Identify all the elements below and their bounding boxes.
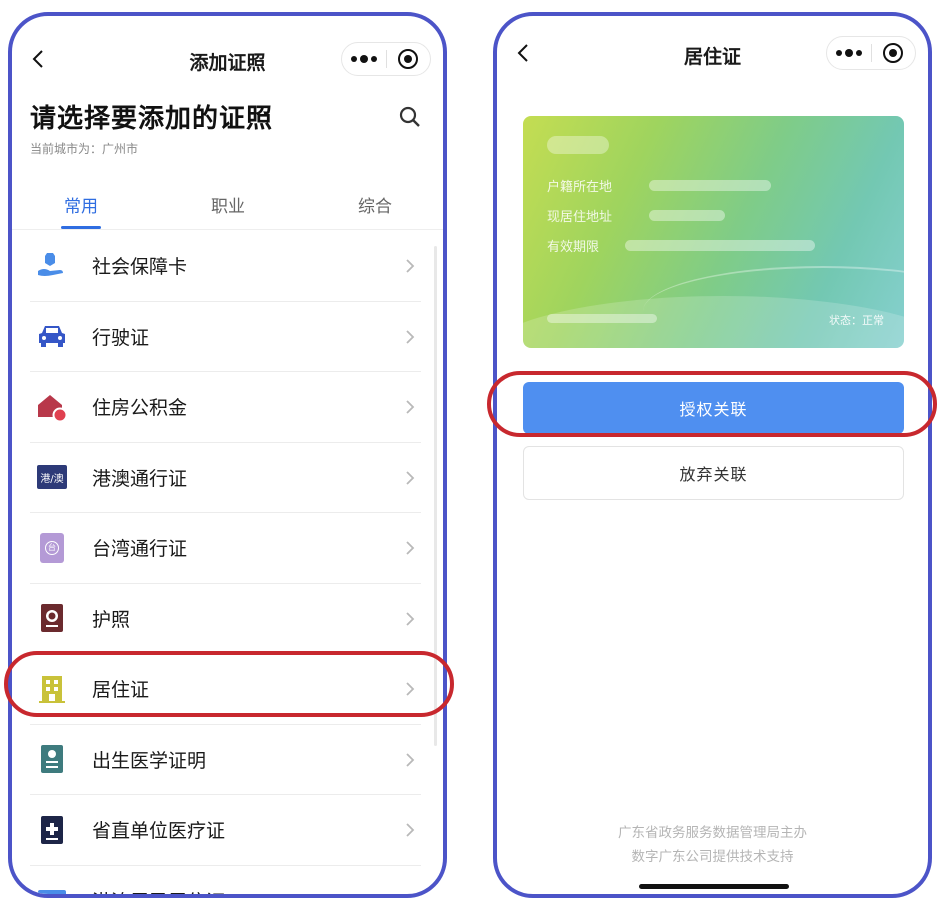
list-item-label: 港澳居民居住证 [92,887,225,894]
list-item-label: 港澳通行证 [92,467,188,490]
list-item-hk-macau-residence-permit[interactable]: 港澳居民居住证 [30,866,421,894]
cancel-link-button[interactable]: 放弃关联 [523,446,904,500]
card-status: 状态：正常 [829,314,884,327]
tab-profession[interactable]: 职业 [188,192,268,217]
chevron-right-icon [406,470,415,485]
hk-macau-permit-icon-text: 港/澳 [37,465,67,490]
highlight-residence-permit [4,651,454,717]
chevron-right-icon [406,823,415,837]
list-item-label: 台湾通行证 [92,538,188,561]
page-heading: 请选择要添加的证照 [30,104,274,134]
list-item-hk-macau-permit[interactable]: 港/澳 港澳通行证 [30,443,421,513]
close-target-icon[interactable] [386,43,430,75]
active-tab-indicator [61,226,101,229]
nav-bar: 居住证 [497,32,928,76]
list-item-passport[interactable]: 护照 [30,584,421,654]
list-item-label: 住房公积金 [92,397,188,420]
highlight-authorize-button [487,371,937,437]
chevron-right-icon [406,259,415,273]
card-wave-line [643,266,904,348]
card-field-validity: 有效期限 [547,240,600,255]
card-field-current-address: 现居住地址 [547,210,613,225]
home-indicator[interactable] [639,884,789,889]
list-item-housing-fund[interactable]: 住房公积金 [30,372,421,443]
list-item-driving-license[interactable]: 行驶证 [30,302,421,372]
more-icon[interactable] [342,43,386,75]
hk-macau-permit-icon: 港/澳 [36,461,68,493]
chevron-right-icon [406,400,415,414]
footer-organizer: 广东省政务服务数据管理局主办 [618,825,807,841]
mini-program-capsule [826,36,916,70]
chevron-right-icon [406,752,415,767]
hk-macau-residence-icon [36,884,68,894]
tab-common[interactable]: 常用 [41,192,121,217]
chevron-right-icon [406,329,415,344]
nav-bar: 添加证照 [12,38,443,82]
footer-tech-support: 数字广东公司提供技术支持 [631,849,794,865]
blurred-value [649,180,771,191]
blurred-name [547,136,609,154]
left-phone-screen: 添加证照 请选择要添加的证照 当前城市为：广州市 常用 职业 综合 社会保障卡 [8,12,447,898]
more-icon[interactable] [827,37,871,69]
category-tabs: 常用 职业 综合 [12,186,443,230]
chevron-right-icon [406,541,415,555]
blurred-value [547,314,657,323]
blurred-value [625,240,815,251]
current-city: 当前城市为：广州市 [30,142,139,156]
medical-card-icon [36,814,68,846]
blurred-value [649,210,725,221]
right-phone-screen: 居住证 户籍所在地 现居住地址 有效期限 状态：正常 授权关联 放弃关联 广东省… [493,12,932,898]
chevron-right-icon [407,893,408,894]
list-item-label: 社会保障卡 [92,256,188,279]
mini-program-capsule [341,42,431,76]
card-field-household-registration: 户籍所在地 [547,180,613,195]
list-item-birth-certificate[interactable]: 出生医学证明 [30,725,421,795]
list-item-social-security-card[interactable]: 社会保障卡 [30,231,421,302]
list-item-label: 出生医学证明 [92,749,207,772]
tab-general[interactable]: 综合 [335,192,415,217]
birth-certificate-icon [36,743,68,775]
list-item-label: 省直单位医疗证 [92,820,226,843]
residence-permit-card: 户籍所在地 现居住地址 有效期限 状态：正常 [523,116,904,348]
social-security-icon [36,250,68,282]
list-item-label: 行驶证 [92,326,150,349]
taiwan-permit-icon: 台 [36,532,68,564]
list-item-taiwan-permit[interactable]: 台 台湾通行证 [30,513,421,584]
close-target-icon[interactable] [871,37,915,69]
list-item-medical-card[interactable]: 省直单位医疗证 [30,795,421,866]
car-icon [36,320,68,352]
passport-icon [36,602,68,634]
taiwan-permit-icon-text: 台 [45,540,59,555]
certificate-list: 社会保障卡 行驶证 住房公积金 港/澳 港澳通行证 台 台湾通行证 护照 居住证… [30,231,421,894]
search-icon[interactable] [399,106,421,128]
chevron-right-icon [406,611,415,626]
list-item-label: 护照 [92,608,131,631]
house-fund-icon [36,391,68,423]
